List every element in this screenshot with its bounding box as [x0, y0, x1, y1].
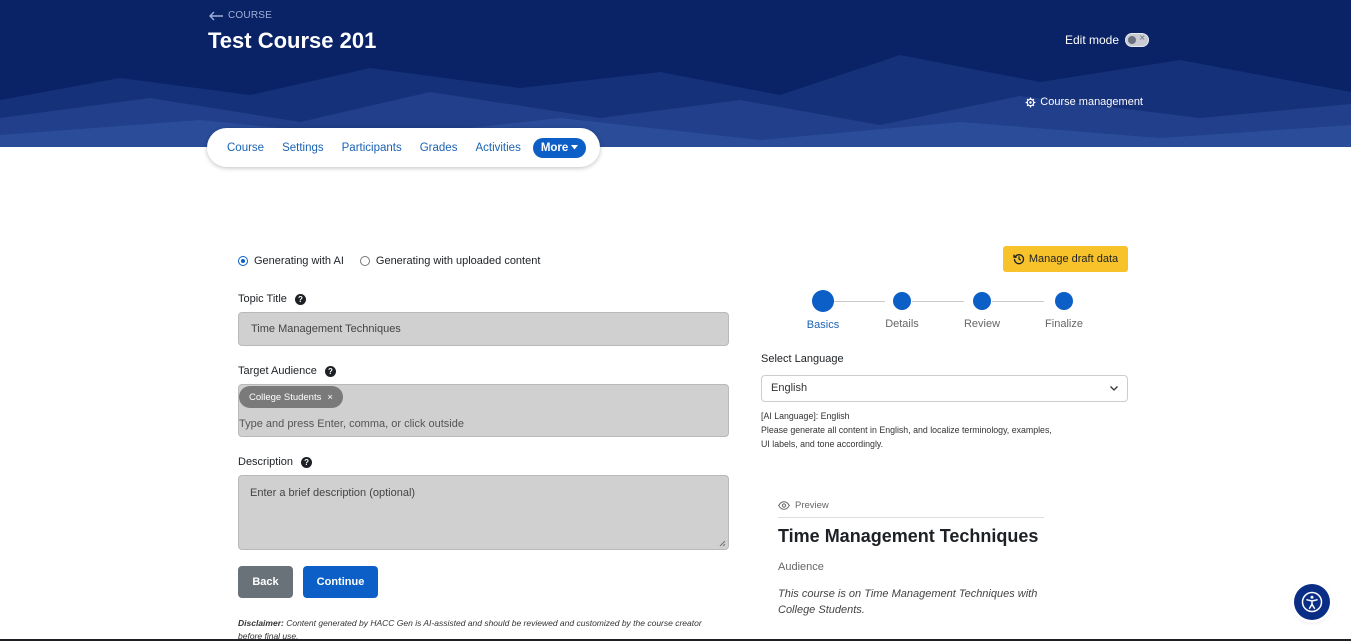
radio-indicator[interactable] [238, 256, 248, 266]
arrow-left-icon [209, 11, 223, 20]
ai-language-instruction: Please generate all content in English, … [761, 425, 1052, 449]
preview-description: This course is on Time Management Techni… [778, 588, 1038, 616]
preview-header: Preview [778, 500, 1044, 518]
nav-more-label: More [540, 141, 569, 154]
disclaimer-heading: Disclaimer: [238, 618, 284, 628]
description-label-text: Description [238, 456, 294, 468]
topic-title-input[interactable]: Time Management Techniques [238, 312, 729, 346]
step-details[interactable]: Details [872, 292, 932, 330]
ai-language-line: [AI Language]: English [761, 411, 850, 421]
generation-mode-group: Generating with AI Generating with uploa… [238, 255, 540, 267]
radio-indicator[interactable] [359, 256, 370, 266]
radio-generating-with-ai[interactable]: Generating with AI [238, 255, 344, 267]
radio-label: Generating with AI [254, 255, 344, 267]
resize-handle-icon[interactable] [719, 540, 726, 547]
manage-draft-data-button[interactable]: Manage draft data [1003, 246, 1128, 272]
description-textarea[interactable]: Enter a brief description (optional) [238, 475, 729, 550]
select-language-label: Select Language [761, 353, 844, 365]
audience-placeholder: Type and press Enter, comma, or click ou… [239, 418, 464, 430]
progress-stepper: Basics Details Review Finalize [800, 291, 1100, 336]
step-indicator [1055, 292, 1073, 310]
step-label: Review [963, 318, 1001, 330]
nav-item-settings[interactable]: Settings [282, 142, 324, 154]
disclaimer: Disclaimer: Content generated by HACC Ge… [238, 617, 728, 641]
course-management-label: Course management [1040, 96, 1143, 108]
accessibility-button[interactable] [1294, 584, 1330, 620]
edit-mode-label: Edit mode [1065, 33, 1120, 47]
radio-generating-with-uploaded[interactable]: Generating with uploaded content [359, 255, 541, 267]
topic-title-label-text: Topic Title [238, 293, 287, 305]
description-placeholder: Enter a brief description (optional) [250, 487, 416, 499]
radio-label: Generating with uploaded content [375, 255, 541, 267]
page-title: Test Course 201 [208, 28, 377, 53]
topic-title-value: Time Management Techniques [251, 323, 401, 335]
caret-down-icon [571, 145, 579, 150]
close-icon: × [1139, 33, 1146, 44]
topic-title-label: Topic Title ? [238, 293, 306, 305]
help-icon[interactable]: ? [301, 456, 313, 468]
remove-tag-icon[interactable]: × [327, 392, 333, 403]
back-to-course-link[interactable]: COURSE [208, 10, 272, 21]
back-button[interactable]: Back [238, 566, 293, 598]
preview-audience-label: Audience [778, 561, 824, 573]
chevron-down-icon [1110, 386, 1118, 391]
help-icon[interactable]: ? [324, 365, 336, 377]
ai-language-note: [AI Language]: English Please generate a… [761, 409, 1061, 451]
edit-mode-control: Edit mode × [1065, 33, 1150, 47]
step-indicator [973, 292, 991, 310]
target-audience-label-text: Target Audience [238, 365, 317, 377]
accessibility-icon [1301, 591, 1323, 613]
edit-mode-toggle[interactable]: × [1125, 33, 1150, 47]
step-basics[interactable]: Basics [793, 291, 853, 331]
step-indicator [893, 292, 911, 310]
step-review[interactable]: Review [952, 292, 1012, 330]
preview-header-label: Preview [795, 500, 829, 511]
manage-draft-data-label: Manage draft data [1028, 253, 1119, 265]
continue-button[interactable]: Continue [303, 566, 378, 598]
history-icon [1013, 254, 1024, 265]
nav-item-activities[interactable]: Activities [475, 142, 520, 154]
language-select[interactable]: English [761, 375, 1128, 402]
target-audience-label: Target Audience ? [238, 365, 336, 377]
step-label: Basics [806, 319, 840, 331]
eye-icon [778, 501, 790, 510]
step-indicator [813, 291, 833, 311]
target-audience-input[interactable]: College Students × Type and press Enter,… [238, 384, 729, 437]
step-label: Finalize [1045, 318, 1083, 330]
back-link-label: COURSE [228, 10, 272, 21]
gear-icon [1025, 97, 1036, 107]
description-label: Description ? [238, 456, 313, 468]
language-selected-value: English [771, 382, 808, 394]
preview-title: Time Management Techniques [778, 526, 1039, 546]
disclaimer-text: Content generated by HACC Gen is AI-assi… [238, 618, 702, 641]
audience-tag: College Students × [239, 386, 343, 408]
nav-item-participants[interactable]: Participants [342, 142, 402, 154]
mountain-banner-graphic [0, 55, 1351, 147]
step-finalize[interactable]: Finalize [1034, 292, 1094, 330]
preview-panel: Preview Time Management Techniques Audie… [778, 500, 1044, 618]
course-navigation: Course Settings Participants Grades Acti… [207, 128, 600, 167]
course-management-link[interactable]: Course management [1025, 96, 1143, 108]
nav-item-grades[interactable]: Grades [420, 142, 458, 154]
help-icon[interactable]: ? [294, 293, 306, 305]
nav-more-dropdown[interactable]: More [532, 137, 587, 158]
audience-tag-label: College Students [249, 391, 322, 403]
course-header: COURSE Test Course 201 Edit mode × Cours… [0, 0, 1351, 147]
nav-item-course[interactable]: Course [227, 142, 264, 154]
step-label: Details [885, 318, 919, 330]
